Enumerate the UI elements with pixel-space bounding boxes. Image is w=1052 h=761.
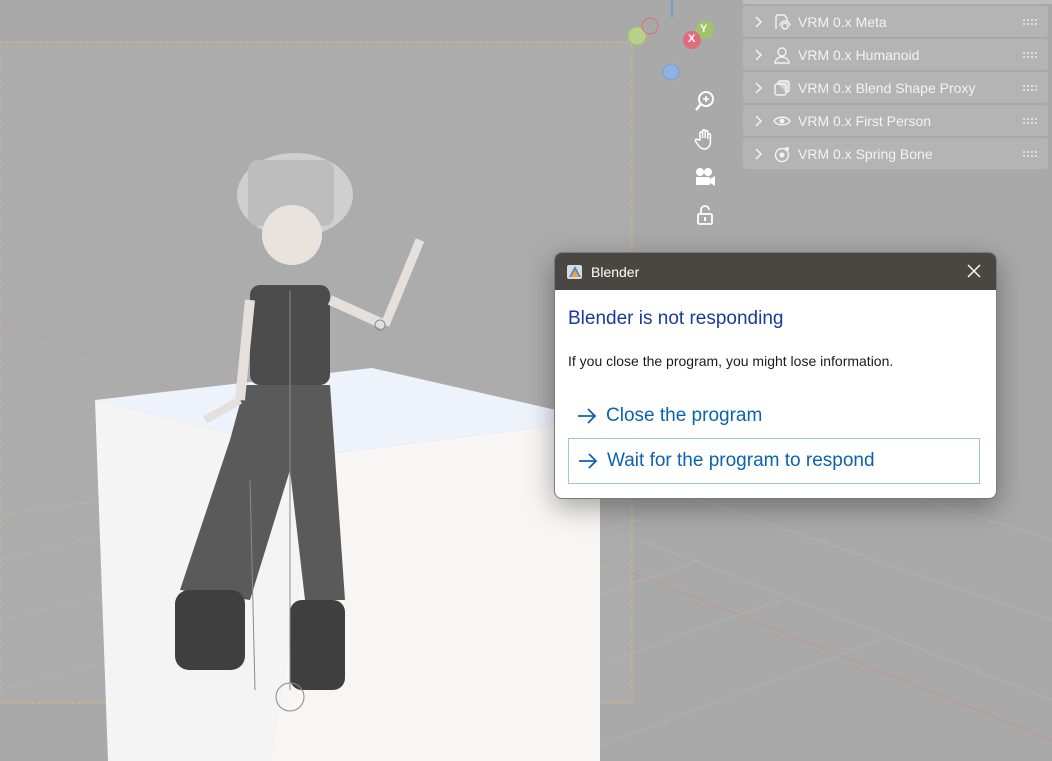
eye-icon bbox=[772, 111, 792, 131]
navigation-gizmo[interactable]: Y X bbox=[625, 0, 720, 85]
panel-row-label: VRM 0.x Blend Shape Proxy bbox=[798, 79, 976, 96]
panel-row-label: VRM 0.x Humanoid bbox=[798, 46, 920, 63]
option-label: Close the program bbox=[606, 405, 763, 426]
gizmo-x-label[interactable]: X bbox=[688, 33, 695, 45]
panel-row-first-person[interactable]: VRM 0.x First Person bbox=[743, 105, 1048, 136]
chevron-right-icon bbox=[754, 81, 766, 94]
dialog-message: If you close the program, you might lose… bbox=[568, 353, 894, 369]
wait-program-option[interactable]: Wait for the program to respond bbox=[568, 438, 980, 484]
meta-icon bbox=[772, 12, 792, 32]
arrow-right-icon bbox=[576, 405, 598, 427]
chevron-right-icon bbox=[754, 15, 766, 28]
camera-view-button[interactable] bbox=[690, 162, 720, 192]
panel-row-spring-bone[interactable]: VRM 0.x Spring Bone bbox=[743, 138, 1048, 169]
panel-row-humanoid[interactable]: VRM 0.x Humanoid bbox=[743, 39, 1048, 70]
dialog-titlebar[interactable]: Blender bbox=[555, 253, 996, 290]
not-responding-dialog: Blender Blender is not responding If you… bbox=[554, 252, 997, 499]
spring-bone-icon bbox=[772, 144, 792, 164]
panel-row-meta[interactable]: VRM 0.x Meta bbox=[743, 6, 1048, 37]
hand-icon bbox=[694, 129, 712, 150]
camera-icon bbox=[696, 168, 715, 186]
blend-shape-icon bbox=[772, 78, 792, 98]
blender-app-icon bbox=[566, 263, 584, 281]
option-label: Wait for the program to respond bbox=[607, 450, 875, 471]
grip-icon[interactable] bbox=[1022, 84, 1038, 92]
close-icon bbox=[967, 264, 981, 278]
lock-button[interactable] bbox=[690, 200, 720, 230]
gizmo-y-label[interactable]: Y bbox=[700, 23, 707, 35]
panel-row-blend-shape-proxy[interactable]: VRM 0.x Blend Shape Proxy bbox=[743, 72, 1048, 103]
close-button[interactable] bbox=[962, 259, 986, 283]
chevron-right-icon bbox=[754, 48, 766, 61]
dialog-title: Blender bbox=[591, 263, 640, 280]
zoom-button[interactable] bbox=[690, 86, 720, 116]
vrm-panel: VRM 0.x Meta VRM 0.x Humanoid VRM 0.x Bl… bbox=[743, 0, 1052, 170]
chevron-right-icon bbox=[754, 114, 766, 127]
lock-icon bbox=[697, 205, 713, 225]
panel-row-label: VRM 0.x Spring Bone bbox=[798, 145, 933, 162]
grip-icon[interactable] bbox=[1022, 18, 1038, 26]
grip-icon[interactable] bbox=[1022, 150, 1038, 158]
arrow-right-icon bbox=[577, 450, 599, 472]
panel-row-label: VRM 0.x First Person bbox=[798, 112, 932, 129]
pan-button[interactable] bbox=[690, 124, 720, 154]
chevron-right-icon bbox=[754, 147, 766, 160]
close-program-option[interactable]: Close the program bbox=[568, 393, 980, 439]
panel-divider bbox=[743, 0, 1052, 4]
zoom-icon bbox=[695, 91, 714, 111]
gizmo-graphic bbox=[627, 0, 714, 81]
panel-row-label: VRM 0.x Meta bbox=[798, 13, 887, 30]
grip-icon[interactable] bbox=[1022, 117, 1038, 125]
humanoid-icon bbox=[772, 45, 792, 65]
dialog-heading: Blender is not responding bbox=[568, 308, 784, 329]
grip-icon[interactable] bbox=[1022, 51, 1038, 59]
